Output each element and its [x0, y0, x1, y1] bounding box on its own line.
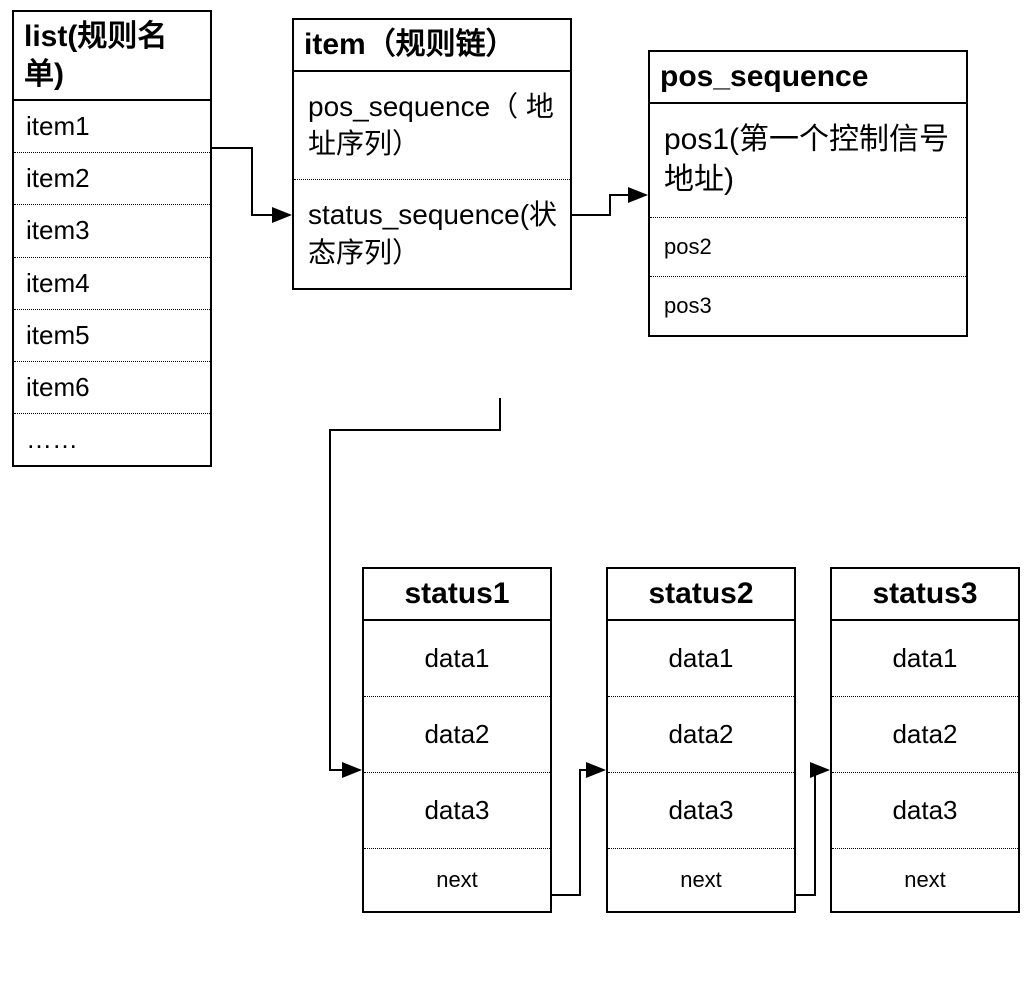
status-row: data1 [608, 621, 794, 697]
status3-box: status3 data1 data2 data3 next [830, 567, 1020, 913]
list-row: item1 [14, 101, 210, 153]
status-row: data3 [832, 773, 1018, 849]
arrow-item-to-pos [572, 195, 646, 215]
status2-title: status2 [608, 569, 794, 621]
pos-row-first: pos1(第一个控制信号地址) [650, 104, 966, 218]
status-row-next: next [608, 849, 794, 911]
item-box: item（规则链） pos_sequence（ 地址序列） status_seq… [292, 18, 572, 290]
status-row: data3 [364, 773, 550, 849]
status-row-next: next [364, 849, 550, 911]
status1-title: status1 [364, 569, 550, 621]
list-box-title: list(规则名单) [14, 12, 210, 101]
pos-sequence-title: pos_sequence [650, 52, 966, 104]
pos-sequence-box: pos_sequence pos1(第一个控制信号地址) pos2 pos3 [648, 50, 968, 337]
status2-box: status2 data1 data2 data3 next [606, 567, 796, 913]
status-row: data2 [832, 697, 1018, 773]
status-row: data1 [832, 621, 1018, 697]
status-row-next: next [832, 849, 1018, 911]
list-row: item5 [14, 310, 210, 362]
pos-row: pos3 [650, 277, 966, 335]
list-row: …… [14, 414, 210, 465]
status3-title: status3 [832, 569, 1018, 621]
status-row: data1 [364, 621, 550, 697]
list-row: item2 [14, 153, 210, 205]
item-row-pos-sequence: pos_sequence（ 地址序列） [294, 72, 570, 181]
arrow-status1-to-status2 [552, 770, 604, 895]
status1-box: status1 data1 data2 data3 next [362, 567, 552, 913]
item-row-status-sequence: status_sequence(状态序列） [294, 180, 570, 288]
status-row: data2 [364, 697, 550, 773]
list-row: item6 [14, 362, 210, 414]
item-box-title: item（规则链） [294, 20, 570, 72]
diagram-canvas: list(规则名单) item1 item2 item3 item4 item5… [0, 0, 1035, 997]
status-row: data3 [608, 773, 794, 849]
status-row: data2 [608, 697, 794, 773]
pos-row: pos2 [650, 218, 966, 277]
list-box: list(规则名单) item1 item2 item3 item4 item5… [12, 10, 212, 467]
arrow-list-to-item [212, 148, 290, 215]
list-row: item4 [14, 258, 210, 310]
arrow-status2-to-status3 [796, 770, 828, 895]
list-row: item3 [14, 205, 210, 257]
